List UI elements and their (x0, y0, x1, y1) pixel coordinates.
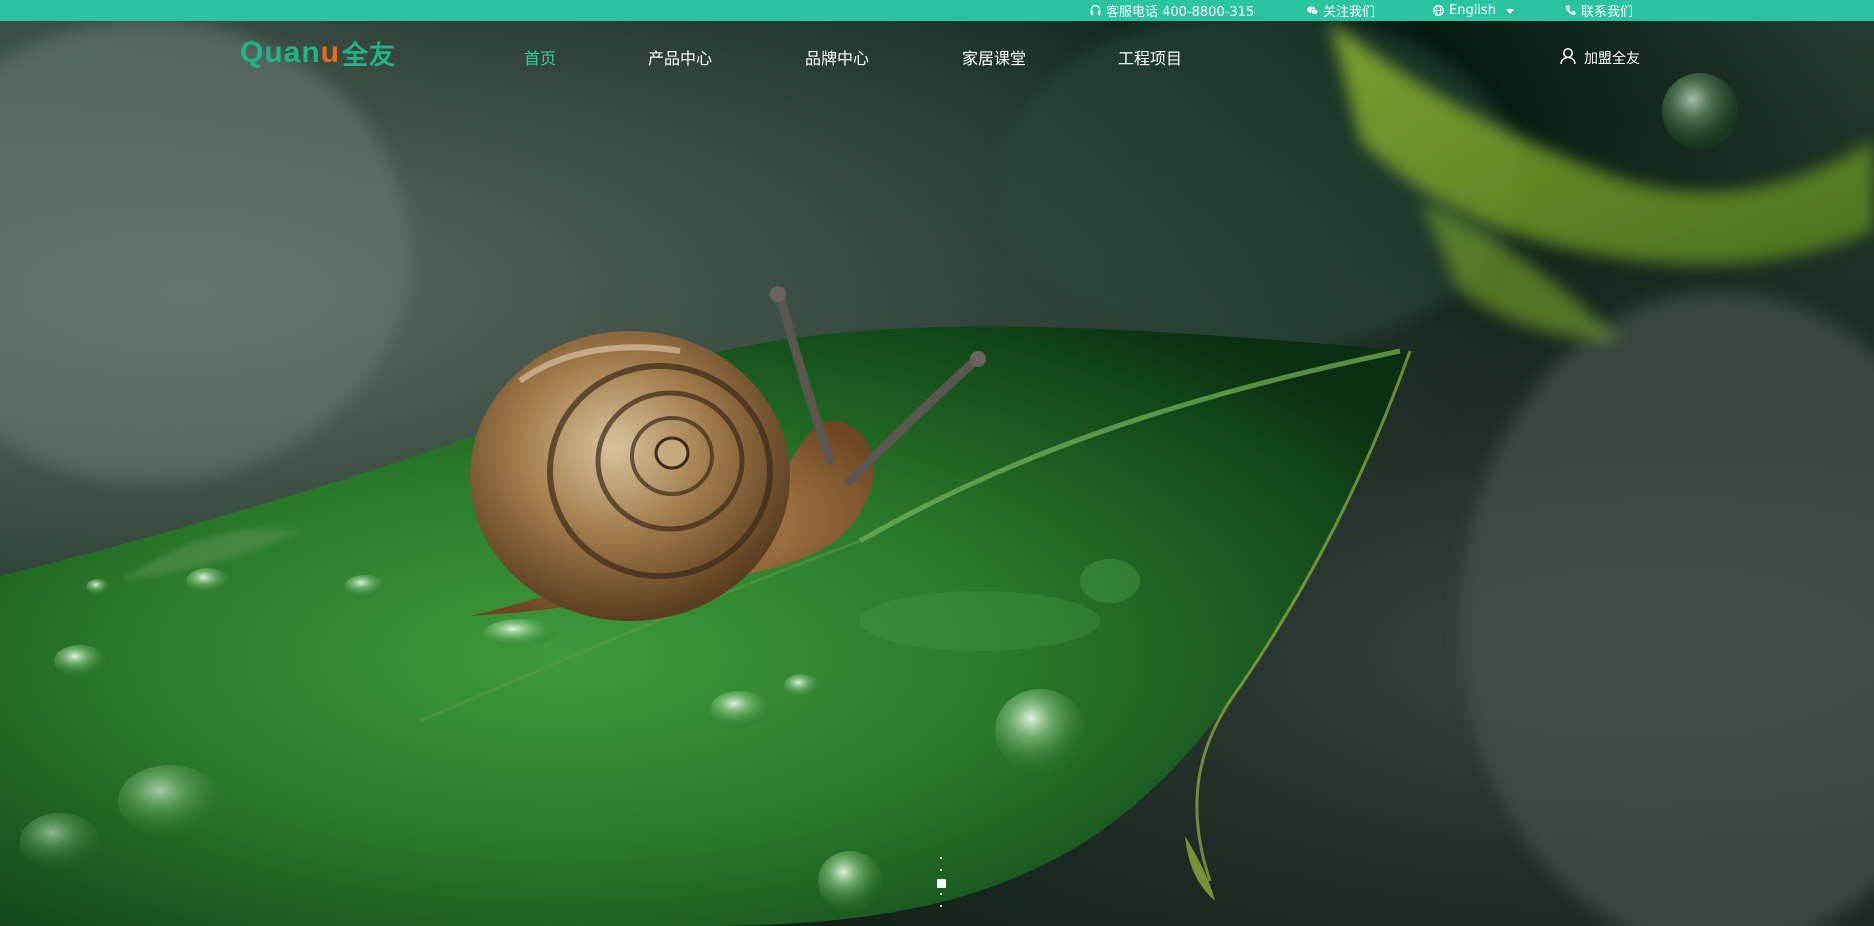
user-icon (1558, 46, 1578, 70)
join-label: 加盟全友 (1584, 51, 1640, 67)
follow-us-label: 关注我们 (1323, 5, 1376, 20)
hero-image (0, 21, 1874, 926)
globe-icon (1432, 4, 1445, 17)
logo-text-latin: Quan (240, 36, 321, 69)
phone-icon (1564, 4, 1577, 17)
join-button[interactable]: 加盟全友 (1558, 46, 1640, 70)
slider-dot[interactable] (940, 869, 942, 871)
hero-banner[interactable] (0, 21, 1874, 926)
slider-dot[interactable] (940, 905, 942, 907)
nav-item-home-class[interactable]: 家居课堂 (962, 45, 1026, 69)
nav-item-home[interactable]: 首页 (524, 45, 556, 69)
slider-pagination (936, 857, 946, 913)
nav-item-projects[interactable]: 工程项目 (1118, 45, 1182, 69)
language-selector[interactable]: English (1432, 0, 1514, 21)
slider-dot[interactable] (940, 893, 942, 895)
logo-text-u: u (320, 36, 340, 69)
follow-us-link[interactable]: 关注我们 (1306, 0, 1375, 21)
slider-dot[interactable] (937, 879, 946, 888)
nav-item-products[interactable]: 产品中心 (648, 45, 712, 69)
headset-icon (1089, 4, 1102, 17)
top-utility-bar: 客服电话 400-8800-315 关注我们 English 联系我们 (0, 0, 1874, 21)
slider-dot[interactable] (940, 857, 942, 859)
chevron-down-icon (1505, 8, 1514, 14)
logo-text-cn: 全友 (342, 39, 397, 70)
nav-item-brand[interactable]: 品牌中心 (805, 45, 869, 69)
contact-us-label: 联系我们 (1581, 5, 1634, 20)
wechat-icon (1306, 4, 1319, 17)
homepage: 客服电话 400-8800-315 关注我们 English 联系我们 Quan… (0, 0, 1874, 926)
contact-us-link[interactable]: 联系我们 (1564, 0, 1633, 21)
main-header: Quan u 全友 首页 产品中心 品牌中心 家居课堂 工程项目 加盟全友 (0, 21, 1874, 91)
quanu-logo[interactable]: Quan u 全友 (240, 36, 397, 70)
language-label: English (1449, 3, 1496, 18)
hotline-link[interactable]: 客服电话 400-8800-315 (1089, 0, 1254, 21)
hotline-label: 客服电话 400-8800-315 (1106, 5, 1255, 20)
